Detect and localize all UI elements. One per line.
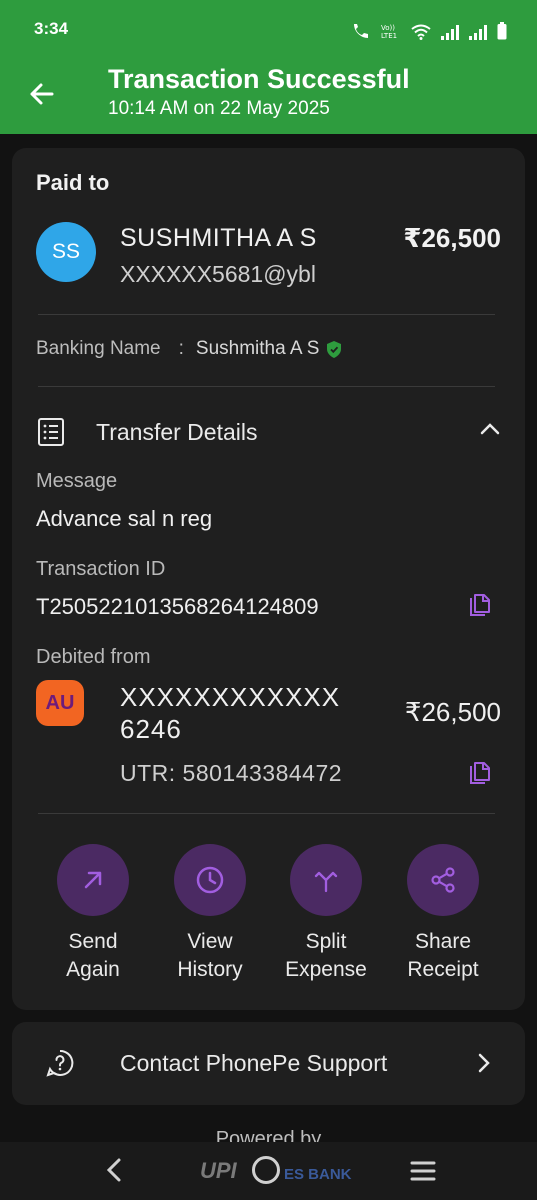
share-icon — [431, 867, 455, 893]
transaction-id-value: T2505221013568264124809 — [36, 594, 319, 619]
divider — [38, 314, 495, 315]
chevron-up-icon — [480, 423, 500, 435]
nav-recents-button[interactable] — [409, 1160, 437, 1182]
split-expense-button[interactable]: Split Expense — [268, 844, 384, 984]
battery-icon — [497, 22, 507, 40]
message-label: Message — [36, 470, 118, 492]
arrow-up-right-icon — [84, 871, 102, 889]
transfer-details-heading: Transfer Details — [96, 418, 258, 445]
account-number-line1: XXXXXXXXXXXX — [120, 682, 341, 712]
copy-icon — [470, 762, 490, 784]
wifi-icon — [411, 24, 431, 40]
signal-icon-2 — [469, 24, 487, 40]
help-chat-icon — [46, 1049, 74, 1077]
banking-name-value: Sushmitha A S — [195, 338, 320, 359]
bank-logo: AU — [36, 680, 84, 726]
banking-name-row: Banking Name : Sushmitha A S — [36, 338, 342, 360]
share-receipt-circle — [407, 844, 479, 916]
send-again-label: Send Again — [66, 930, 120, 981]
share-receipt-button[interactable]: Share Receipt — [385, 844, 501, 984]
contact-support-label: Contact PhonePe Support — [120, 1050, 388, 1076]
send-again-circle — [57, 844, 129, 916]
view-history-button[interactable]: View History — [152, 844, 268, 984]
utr-value: UTR: 580143384472 — [120, 760, 343, 786]
signal-icon — [441, 24, 459, 40]
paid-amount: ₹26,500 — [403, 223, 501, 253]
status-bar: 3:34 Vo)) LTE1 — [0, 0, 537, 58]
action-buttons: Send Again View History Split Expense Share… — [12, 844, 525, 984]
payee-upi-id: XXXXXX5681@ybl — [120, 261, 316, 287]
split-expense-label: Split Expense — [285, 930, 367, 981]
debited-from-label: Debited from — [36, 646, 151, 668]
copy-utr-button[interactable] — [467, 761, 493, 787]
paid-to-label: Paid to — [36, 170, 110, 195]
view-history-circle — [174, 844, 246, 916]
nav-back-button[interactable] — [102, 1156, 126, 1184]
clock-icon — [196, 866, 224, 894]
payee-name: SUSHMITHA A S — [120, 224, 317, 252]
call-icon — [354, 24, 368, 38]
transaction-id-label: Transaction ID — [36, 558, 166, 580]
contact-support-button[interactable]: Contact PhonePe Support — [12, 1022, 525, 1105]
verified-shield-icon — [327, 340, 342, 358]
page-title: Transaction Successful — [108, 64, 410, 94]
status-time: 3:34 — [34, 19, 69, 38]
share-receipt-label: Share Receipt — [407, 930, 479, 981]
banking-name-label: Banking Name — [36, 338, 161, 359]
nav-home-button[interactable] — [252, 1156, 280, 1184]
upi-logo: UPI — [200, 1158, 237, 1183]
bank-partner-logo: ES BANK — [284, 1166, 352, 1183]
view-history-label: View History — [177, 930, 243, 981]
transaction-card: Paid to SS SUSHMITHA A S XXXXXX5681@ybl … — [12, 148, 525, 1010]
volte-icon: Vo))LTE1 — [381, 24, 397, 40]
split-icon — [314, 871, 338, 893]
chevron-right-icon — [478, 1053, 490, 1073]
divider — [38, 813, 495, 814]
system-nav-bar: UPI ES BANK — [0, 1142, 537, 1200]
status-icons: Vo)) LTE1 — [351, 18, 507, 40]
transfer-details-toggle[interactable]: Transfer Details — [36, 412, 501, 452]
split-expense-circle — [290, 844, 362, 916]
svg-text:Vo)): Vo)) — [381, 24, 395, 32]
arrow-left-icon — [30, 83, 54, 105]
banking-name-separator: : — [178, 338, 184, 359]
svg-text:LTE1: LTE1 — [381, 32, 397, 40]
avatar: SS — [36, 222, 96, 282]
document-list-icon — [38, 418, 64, 446]
send-again-button[interactable]: Send Again — [35, 844, 151, 984]
debited-amount: ₹26,500 — [404, 697, 501, 727]
copy-icon — [470, 594, 490, 616]
back-button[interactable] — [22, 74, 62, 114]
divider — [38, 386, 495, 387]
transaction-datetime: 10:14 AM on 22 May 2025 — [108, 98, 330, 119]
account-number-line2: 6246 — [120, 714, 182, 744]
copy-transaction-id-button[interactable] — [467, 593, 493, 619]
message-value: Advance sal n reg — [36, 506, 213, 531]
app-header: Transaction Successful 10:14 AM on 22 Ma… — [0, 58, 537, 134]
